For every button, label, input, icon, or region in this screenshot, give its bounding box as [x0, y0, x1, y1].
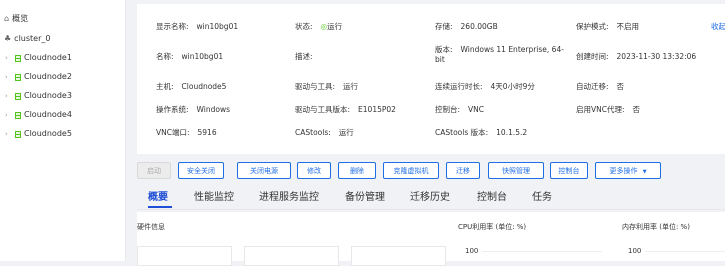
- tab-active-indicator: [148, 206, 172, 208]
- info-storage: 存储: 260.00GB: [435, 22, 498, 31]
- tab-divider: [137, 209, 725, 210]
- host-icon: [15, 92, 21, 100]
- more-actions-button[interactable]: 更多操作 ▼: [595, 162, 661, 179]
- info-os: 操作系统: Windows: [156, 105, 231, 114]
- safe-shutdown-button[interactable]: 安全关闭: [178, 162, 224, 179]
- cpu-gridline: [482, 251, 602, 252]
- snapshot-button[interactable]: 快照管理: [488, 162, 544, 179]
- power-off-button[interactable]: 关闭电源: [237, 162, 291, 179]
- tab-tasks[interactable]: 任务: [532, 188, 552, 208]
- memory-axis-max: 100: [628, 247, 642, 255]
- tree-node[interactable]: › Cloudnode2: [5, 69, 72, 85]
- tree-node-label: Cloudnode2: [24, 72, 72, 81]
- tree-node[interactable]: › Cloudnode1: [5, 50, 72, 66]
- tree-node[interactable]: › Cloudnode3: [5, 88, 72, 104]
- chevron-right-icon[interactable]: ›: [5, 126, 12, 142]
- hardware-card: [351, 246, 446, 266]
- info-castools-version: CAStools 版本: 10.1.5.2: [435, 128, 528, 137]
- modify-button[interactable]: 修改: [297, 162, 331, 179]
- chevron-right-icon[interactable]: ›: [5, 88, 12, 104]
- chevron-right-icon[interactable]: ›: [5, 107, 12, 123]
- chevron-right-icon[interactable]: ›: [5, 69, 12, 85]
- tab-overview[interactable]: 概要: [148, 188, 168, 208]
- start-button[interactable]: 启动: [137, 162, 171, 179]
- info-host: 主机: Cloudnode5: [156, 82, 227, 91]
- info-console: 控制台: VNC: [435, 105, 485, 114]
- tree-overview[interactable]: ⌂ 概览: [4, 11, 28, 27]
- host-icon: [15, 130, 21, 138]
- sidebar: ⌂ 概览 ♣ cluster_0 › Cloudnode1 › Cloudnod…: [0, 0, 126, 261]
- info-created: 创建时间: 2023-11-30 13:32:06: [576, 52, 697, 61]
- tree-cluster-label: cluster_0: [14, 34, 51, 43]
- tree-node[interactable]: › Cloudnode4: [5, 107, 72, 123]
- cpu-axis-max: 100: [465, 247, 479, 255]
- caret-down-icon: ▼: [642, 169, 647, 175]
- info-vnc-proxy: 启用VNC代理: 否: [576, 105, 641, 114]
- tree-cluster[interactable]: ♣ cluster_0: [4, 31, 50, 47]
- host-icon: [15, 73, 21, 81]
- tree-node-label: Cloudnode3: [24, 91, 72, 100]
- collapse-link[interactable]: 收起: [711, 22, 725, 32]
- tab-backup[interactable]: 备份管理: [345, 188, 385, 208]
- home-icon: ⌂: [4, 14, 10, 23]
- info-name: 名称: win10bg01: [156, 52, 224, 61]
- tab-performance[interactable]: 性能监控: [194, 188, 234, 208]
- tree-node-label: Cloudnode1: [24, 53, 72, 62]
- tab-console[interactable]: 控制台: [477, 188, 507, 208]
- tab-migration-history[interactable]: 迁移历史: [410, 188, 450, 208]
- memory-gridline: [645, 251, 725, 252]
- host-icon: [15, 54, 21, 62]
- info-status: 状态: ◎运行: [295, 22, 343, 31]
- info-vnc-port: VNC端口: 5916: [156, 128, 217, 137]
- host-icon: [15, 111, 21, 119]
- cpu-usage-title: CPU利用率 (单位: %): [458, 223, 527, 231]
- info-uptime: 连续运行时长: 4天0小时9分: [435, 82, 535, 91]
- migrate-button[interactable]: 迁移: [446, 162, 480, 179]
- info-castools: CAStools: 运行: [295, 128, 354, 137]
- info-display-name: 显示名称: win10bg01: [156, 22, 239, 31]
- hardware-info-title: 硬件信息: [137, 223, 165, 231]
- delete-button[interactable]: 删除: [338, 162, 376, 179]
- clone-vm-button[interactable]: 克隆虚拟机: [383, 162, 439, 179]
- memory-usage-title: 内存利用率 (单位: %): [622, 223, 690, 231]
- info-driver-version: 驱动与工具版本: E1015P02: [295, 105, 396, 114]
- console-button[interactable]: 控制台: [550, 162, 588, 179]
- tab-process-service[interactable]: 进程服务监控: [259, 188, 319, 208]
- hardware-card: [137, 246, 232, 266]
- info-description: 描述:: [295, 52, 313, 61]
- tree-overview-label: 概览: [12, 14, 29, 23]
- hardware-card: [244, 246, 339, 266]
- tree-node-label: Cloudnode5: [24, 129, 72, 138]
- info-protect-mode: 保护模式: 不启用: [576, 22, 640, 31]
- cluster-icon: ♣: [4, 34, 12, 43]
- info-auto-migrate: 自动迁移: 否: [576, 82, 625, 91]
- tree-node[interactable]: › Cloudnode5: [5, 126, 72, 142]
- tree-node-label: Cloudnode4: [24, 110, 72, 119]
- info-driver: 驱动与工具: 运行: [295, 82, 359, 91]
- chevron-right-icon[interactable]: ›: [5, 50, 12, 66]
- info-version: 版本: Windows 11 Enterprise, 64-bit: [435, 45, 564, 64]
